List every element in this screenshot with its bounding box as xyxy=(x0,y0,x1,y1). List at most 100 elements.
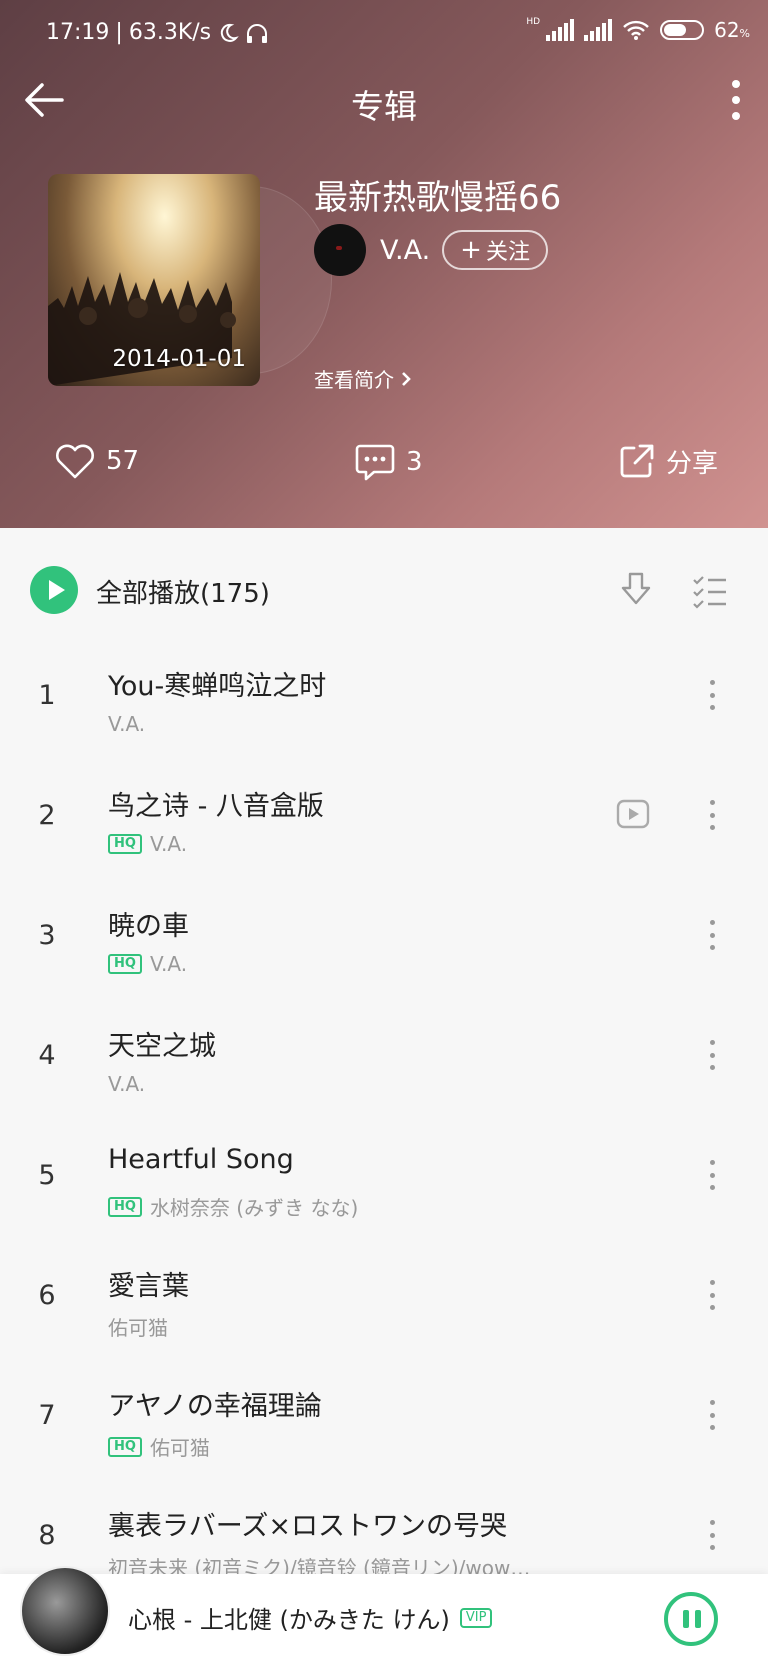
song-title[interactable]: 天空之城 xyxy=(108,1024,216,1063)
song-row[interactable]: 4 天空之城 V.A. xyxy=(0,996,768,1116)
song-more-icon[interactable] xyxy=(710,800,716,830)
song-number: 6 xyxy=(38,1280,56,1311)
view-intro-link[interactable]: 查看简介 xyxy=(314,364,412,393)
song-number: 3 xyxy=(38,920,56,951)
song-title[interactable]: 裏表ラバーズ×ロストワンの号哭 xyxy=(108,1504,507,1543)
song-number: 1 xyxy=(38,680,56,711)
like-count: 57 xyxy=(106,446,140,476)
song-row[interactable]: 5 Heartful Song HQ 水树奈奈 (みずき なな) xyxy=(0,1116,768,1236)
like-button[interactable]: 57 xyxy=(54,442,139,480)
wifi-icon xyxy=(623,20,649,40)
artist-name[interactable]: V.A. xyxy=(380,235,430,266)
now-playing-title: 心根 - 上北健 (かみきた けん) xyxy=(128,1606,450,1634)
song-number: 5 xyxy=(38,1160,56,1191)
song-more-icon[interactable] xyxy=(710,1520,716,1550)
song-more-icon[interactable] xyxy=(710,1160,716,1190)
album-cover-area[interactable]: 2014-01-01 xyxy=(48,174,332,386)
status-right: HD 62% xyxy=(526,17,750,42)
battery-unit: % xyxy=(739,27,750,40)
signal-icon-2 xyxy=(584,19,613,41)
song-artist: 水树奈奈 (みずき なな) xyxy=(149,1196,359,1220)
battery-value: 62 xyxy=(714,18,740,42)
share-button[interactable]: 分享 xyxy=(618,442,718,480)
battery-percent: 62% xyxy=(714,18,750,42)
status-divider: | xyxy=(115,20,123,45)
song-row[interactable]: 1 You-寒蝉鸣泣之时 V.A. xyxy=(0,636,768,756)
song-row[interactable]: 6 愛言葉佑可猫 xyxy=(0,1236,768,1356)
hd-indicator: HD xyxy=(526,17,541,27)
song-more-icon[interactable] xyxy=(710,1400,716,1430)
comment-button[interactable]: 3 xyxy=(354,442,423,482)
album-date: 2014-01-01 xyxy=(112,346,246,372)
song-more-icon[interactable] xyxy=(710,920,716,950)
song-artist: V.A. xyxy=(108,712,146,736)
status-bar: 17:19 | 63.3K/s HD 62% xyxy=(0,0,768,68)
share-icon xyxy=(620,444,654,478)
song-artist: V.A. xyxy=(149,952,188,976)
song-number: 7 xyxy=(38,1400,56,1431)
chevron-right-icon xyxy=(402,371,411,386)
song-title[interactable]: You-寒蝉鸣泣之时 xyxy=(108,664,326,703)
song-row[interactable]: 7 アヤノの幸福理論 HQ 佑可猫 xyxy=(0,1356,768,1476)
song-number: 4 xyxy=(38,1040,56,1071)
artist-row: V.A. + 关注 xyxy=(314,224,548,276)
song-artist-line: HQ 水树奈奈 (みずき なな) xyxy=(108,1192,358,1221)
more-menu-icon[interactable] xyxy=(726,80,746,120)
song-artist-line: V.A. xyxy=(108,712,145,736)
top-bar: 专辑 xyxy=(0,68,768,132)
comment-icon xyxy=(355,444,395,481)
hq-badge: HQ xyxy=(108,834,142,854)
hq-badge: HQ xyxy=(108,1196,142,1217)
hq-badge: HQ xyxy=(108,954,142,974)
download-icon[interactable] xyxy=(616,570,656,610)
song-number: 2 xyxy=(38,800,56,831)
share-label: 分享 xyxy=(666,448,719,479)
status-time: 17:19 xyxy=(46,20,110,45)
heart-icon xyxy=(56,444,94,479)
song-more-icon[interactable] xyxy=(710,680,716,710)
album-cover[interactable]: 2014-01-01 xyxy=(48,174,260,386)
song-artist: 佑可猫 xyxy=(108,1316,168,1340)
album-title: 最新热歌慢摇66 xyxy=(314,178,562,218)
comment-count: 3 xyxy=(406,447,423,477)
song-row[interactable]: 2 鸟之诗 - 八音盒版 HQ V.A. xyxy=(0,756,768,876)
album-actions: 57 3 分享 xyxy=(0,440,768,490)
song-title[interactable]: 鸟之诗 - 八音盒版 xyxy=(108,784,324,823)
song-artist-line: HQ V.A. xyxy=(108,952,187,976)
battery-fill xyxy=(664,24,687,36)
video-play-icon[interactable] xyxy=(616,799,650,829)
pause-button[interactable] xyxy=(664,1592,718,1646)
follow-label: 关注 xyxy=(485,240,530,265)
intro-label: 查看简介 xyxy=(314,368,394,392)
now-playing-cover[interactable] xyxy=(20,1566,110,1656)
song-artist: V.A. xyxy=(108,1072,146,1096)
play-all-label[interactable]: 全部播放(175) xyxy=(96,573,270,610)
play-all-icon[interactable] xyxy=(30,566,78,614)
song-title[interactable]: 愛言葉 xyxy=(108,1264,189,1303)
song-number: 8 xyxy=(38,1520,56,1551)
artist-avatar[interactable] xyxy=(314,224,366,276)
song-artist: V.A. xyxy=(149,832,188,856)
song-title[interactable]: アヤノの幸福理論 xyxy=(108,1384,322,1423)
song-artist-line: HQ V.A. xyxy=(108,832,187,856)
follow-button[interactable]: + 关注 xyxy=(442,230,548,270)
vip-badge: VIP xyxy=(459,1607,493,1628)
album-header: 17:19 | 63.3K/s HD 62% 专辑 2014-01-01 最新热… xyxy=(0,0,768,528)
hq-badge: HQ xyxy=(108,1436,142,1457)
now-playing-info[interactable]: 心根 - 上北健 (かみきた けん) VIP xyxy=(128,1600,493,1635)
status-left: 17:19 | 63.3K/s xyxy=(46,20,269,45)
song-row[interactable]: 3 暁の車 HQ V.A. xyxy=(0,876,768,996)
moon-icon xyxy=(220,23,239,42)
network-speed: 63.3K/s xyxy=(128,20,212,45)
song-title[interactable]: 暁の車 xyxy=(108,904,189,943)
mini-player[interactable]: 心根 - 上北健 (かみきた けん) VIP xyxy=(0,1566,768,1664)
song-more-icon[interactable] xyxy=(710,1280,716,1310)
song-artist-line: HQ 佑可猫 xyxy=(108,1432,210,1461)
song-title[interactable]: Heartful Song xyxy=(108,1144,294,1175)
song-artist-line: 佑可猫 xyxy=(108,1312,168,1341)
headphones-icon xyxy=(247,23,268,43)
song-more-icon[interactable] xyxy=(710,1040,716,1070)
multi-select-icon[interactable] xyxy=(690,570,730,610)
song-artist: 佑可猫 xyxy=(149,1436,210,1460)
plus-icon: + xyxy=(460,235,482,265)
